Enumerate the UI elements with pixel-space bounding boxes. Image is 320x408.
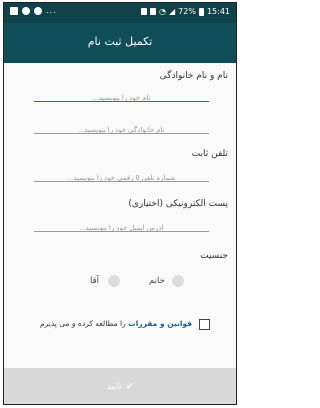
screenshot-frame: ... ◔ ◢ 72% 15:41 تکمیل ثبت نام نام و نا… [0,0,240,408]
more-notifications: ... [46,6,57,15]
email-label: پست الکترونیکی (اختیاری) [128,199,228,209]
terms-sentence: را مطالعه کرده و می پذیرم [40,319,126,328]
email-field[interactable] [34,215,209,237]
app-screen: ... ◔ ◢ 72% 15:41 تکمیل ثبت نام نام و نا… [3,2,237,405]
page-title: تکمیل ثبت نام [87,35,153,48]
status-bar: ... ◔ ◢ 72% 15:41 [4,3,236,23]
battery-icon [198,7,204,16]
gender-male-radio[interactable] [108,275,120,287]
submit-label: تایید [106,382,122,392]
terms-checkbox[interactable] [199,319,210,330]
first-name-input[interactable] [34,90,209,107]
last-name-input[interactable] [34,122,209,139]
telegram-notification-icon [34,7,42,15]
checkmark-icon: ✔ [125,382,134,392]
image-notification-icon [10,7,18,15]
app-bar: تکمیل ثبت نام [4,23,236,63]
gender-female-radio[interactable] [172,275,184,287]
signal-icon: ◢ [169,7,176,16]
terms-text: قوانین و مقررات را مطالعه کرده و می پذیر… [40,319,192,328]
messenger-notification-icon [22,7,30,15]
gender-male-label: آقا [90,276,100,286]
phone-label: تلفن ثابت [191,149,228,159]
gender-female-label: خانم [149,276,165,286]
phone-field[interactable] [34,165,209,187]
terms-link[interactable]: قوانین و مقررات [128,319,192,328]
submit-button[interactable]: تایید ✔ [4,368,236,404]
status-notifications: ... [10,7,57,15]
gender-label: جنسیت [200,251,228,261]
phone-input[interactable] [34,170,209,187]
name-section-label: نام و نام خانوادگی [159,71,228,81]
clock: 15:41 [206,7,230,16]
battery-percentage: 72% [178,7,196,16]
sim-icon [141,8,148,15]
status-system: ◔ ◢ 72% 15:41 [141,7,230,16]
first-name-field[interactable] [34,85,209,107]
last-name-field[interactable] [34,117,209,139]
alarm-icon [150,8,157,15]
bottom-bar: تایید ✔ [4,368,236,404]
wifi-icon: ◔ [159,7,166,16]
email-input[interactable] [34,220,209,237]
